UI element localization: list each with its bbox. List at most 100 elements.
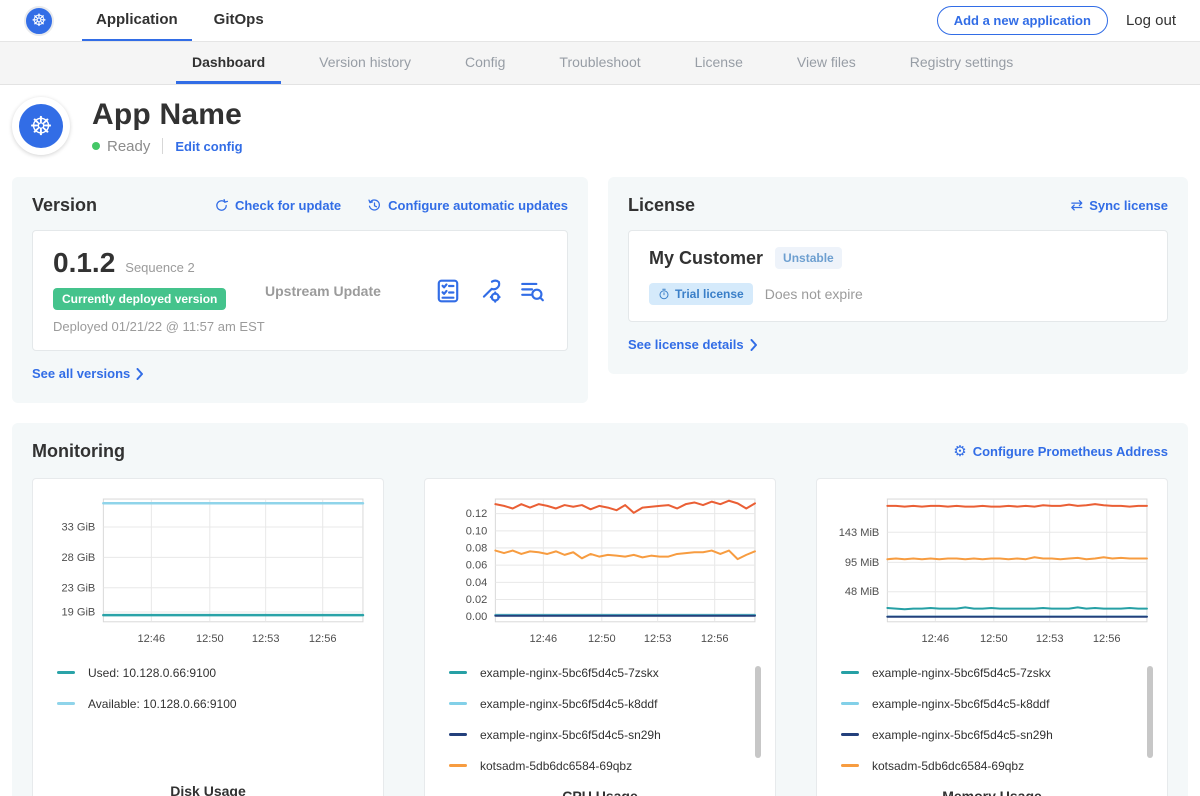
- configure-prometheus-link[interactable]: ⚙ Configure Prometheus Address: [953, 444, 1168, 459]
- license-expiration-text: Does not expire: [765, 286, 863, 302]
- tab-troubleshoot[interactable]: Troubleshoot: [543, 42, 656, 84]
- tab-application-label: Application: [96, 11, 178, 28]
- see-license-details-link[interactable]: See license details: [628, 337, 758, 352]
- memory-usage-legend: example-nginx-5bc6f5d4c5-7zskx example-ng…: [829, 666, 1155, 788]
- svg-text:12:53: 12:53: [644, 633, 672, 645]
- memory-usage-card: 143 MiB95 MiB48 MiB12:4612:5012:5312:56 …: [816, 478, 1168, 796]
- app-header: ☸ App Name Ready Edit config: [0, 85, 1200, 169]
- monitoring-card: Monitoring ⚙ Configure Prometheus Addres…: [12, 423, 1188, 796]
- tab-application[interactable]: Application: [82, 0, 192, 41]
- legend-color-dash: [841, 733, 859, 736]
- legend-item: Used: 10.128.0.66:9100: [57, 666, 371, 680]
- legend-color-dash: [449, 764, 467, 767]
- svg-text:0.06: 0.06: [466, 560, 488, 572]
- chart-title: Memory Usage: [829, 788, 1155, 796]
- legend-label: kotsadm-5db6dc6584-69qbz: [480, 759, 632, 773]
- kubernetes-logo-glyph: ☸: [31, 12, 46, 29]
- tab-dashboard[interactable]: Dashboard: [176, 42, 281, 84]
- refresh-icon: [214, 198, 229, 213]
- cards-row: Version Check for update Configure autom…: [0, 177, 1200, 403]
- divider: [162, 138, 163, 154]
- svg-text:0.10: 0.10: [466, 525, 488, 537]
- monitoring-title: Monitoring: [32, 441, 125, 462]
- chart-title: Disk Usage: [45, 783, 371, 796]
- tab-config[interactable]: Config: [449, 42, 521, 84]
- check-for-update-link[interactable]: Check for update: [214, 198, 341, 213]
- legend-label: example-nginx-5bc6f5d4c5-7zskx: [872, 666, 1051, 680]
- legend-item: example-nginx-5bc6f5d4c5-sn29h: [449, 728, 763, 742]
- tab-license-label: License: [695, 54, 743, 70]
- legend-color-dash: [841, 702, 859, 705]
- legend-item: kotsadm-5db6dc6584-69qbz: [841, 759, 1155, 773]
- cpu-usage-chart: 0.120.100.080.060.040.020.0012:4612:5012…: [437, 493, 763, 652]
- tab-registry-settings[interactable]: Registry settings: [894, 42, 1029, 84]
- see-all-versions-label: See all versions: [32, 366, 130, 381]
- legend-item: example-nginx-5bc6f5d4c5-k8ddf: [449, 697, 763, 711]
- svg-text:95 MiB: 95 MiB: [845, 557, 879, 569]
- legend-label: kotsadm-5db6dc6584-69qbz: [872, 759, 1024, 773]
- app-sub-nav: Dashboard Version history Config Trouble…: [0, 42, 1200, 85]
- version-card-title: Version: [32, 195, 97, 216]
- sync-license-link[interactable]: ⇄ Sync license: [1071, 198, 1168, 213]
- legend-label: example-nginx-5bc6f5d4c5-7zskx: [480, 666, 659, 680]
- svg-text:33 GiB: 33 GiB: [62, 522, 96, 534]
- tab-view-files-label: View files: [797, 54, 856, 70]
- status-text: Ready: [107, 138, 150, 155]
- customer-name: My Customer: [649, 248, 763, 269]
- view-diff-icon[interactable]: [519, 278, 545, 304]
- memory-usage-chart: 143 MiB95 MiB48 MiB12:4612:5012:5312:56: [829, 493, 1155, 652]
- legend-item: example-nginx-5bc6f5d4c5-k8ddf: [841, 697, 1155, 711]
- version-number: 0.1.2: [53, 247, 115, 279]
- svg-text:143 MiB: 143 MiB: [839, 527, 880, 539]
- license-info-panel: My Customer Unstable Trial license Does …: [628, 230, 1168, 322]
- chevron-right-icon: [136, 368, 144, 380]
- charts-row: 33 GiB28 GiB23 GiB19 GiB12:4612:5012:531…: [32, 478, 1168, 796]
- license-card-title: License: [628, 195, 695, 216]
- legend-color-dash: [841, 671, 859, 674]
- legend-color-dash: [449, 671, 467, 674]
- tab-version-history-label: Version history: [319, 54, 411, 70]
- release-notes-icon[interactable]: [435, 278, 461, 304]
- configure-automatic-updates-link[interactable]: Configure automatic updates: [367, 198, 568, 213]
- tab-view-files[interactable]: View files: [781, 42, 872, 84]
- legend-item: kotsadm-5db6dc6584-69qbz: [449, 759, 763, 773]
- sync-arrows-icon: ⇄: [1071, 198, 1084, 213]
- tab-config-label: Config: [465, 54, 505, 70]
- logout-button[interactable]: Log out: [1126, 12, 1176, 29]
- tab-version-history[interactable]: Version history: [303, 42, 427, 84]
- app-logo: ☸: [12, 97, 70, 155]
- top-nav: ☸ Application GitOps Add a new applicati…: [0, 0, 1200, 42]
- legend-color-dash: [57, 671, 75, 674]
- svg-text:12:53: 12:53: [1036, 633, 1064, 645]
- see-all-versions-link[interactable]: See all versions: [32, 366, 144, 381]
- version-actions: [435, 278, 547, 304]
- legend-color-dash: [449, 733, 467, 736]
- app-header-text: App Name Ready Edit config: [92, 98, 243, 155]
- topnav-right: Add a new application Log out: [937, 0, 1176, 41]
- kubernetes-logo-icon: ☸: [24, 6, 54, 36]
- svg-text:0.04: 0.04: [466, 577, 488, 589]
- configure-automatic-updates-label: Configure automatic updates: [388, 198, 568, 213]
- config-wrench-icon[interactable]: [477, 278, 503, 304]
- tab-license[interactable]: License: [679, 42, 759, 84]
- tab-gitops[interactable]: GitOps: [200, 0, 278, 41]
- tab-gitops-label: GitOps: [214, 11, 264, 28]
- version-info: 0.1.2 Sequence 2 Currently deployed vers…: [53, 247, 265, 334]
- add-application-button[interactable]: Add a new application: [937, 6, 1108, 35]
- tab-troubleshoot-label: Troubleshoot: [559, 54, 640, 70]
- legend-color-dash: [449, 702, 467, 705]
- version-card-header: Version Check for update Configure autom…: [32, 195, 568, 216]
- legend-label: example-nginx-5bc6f5d4c5-sn29h: [872, 728, 1053, 742]
- disk-usage-chart: 33 GiB28 GiB23 GiB19 GiB12:4612:5012:531…: [45, 493, 371, 652]
- legend-item: Available: 10.128.0.66:9100: [57, 697, 371, 711]
- legend-label: example-nginx-5bc6f5d4c5-k8ddf: [872, 697, 1049, 711]
- svg-text:12:53: 12:53: [252, 633, 280, 645]
- edit-config-link[interactable]: Edit config: [175, 139, 242, 154]
- channel-badge: Unstable: [775, 247, 842, 269]
- app-kubernetes-icon: ☸: [19, 104, 63, 148]
- legend-scrollbar[interactable]: [1147, 666, 1153, 758]
- tab-dashboard-label: Dashboard: [192, 54, 265, 70]
- version-card-footer: See all versions: [32, 365, 568, 383]
- legend-scrollbar[interactable]: [755, 666, 761, 758]
- trial-license-badge: Trial license: [649, 283, 753, 305]
